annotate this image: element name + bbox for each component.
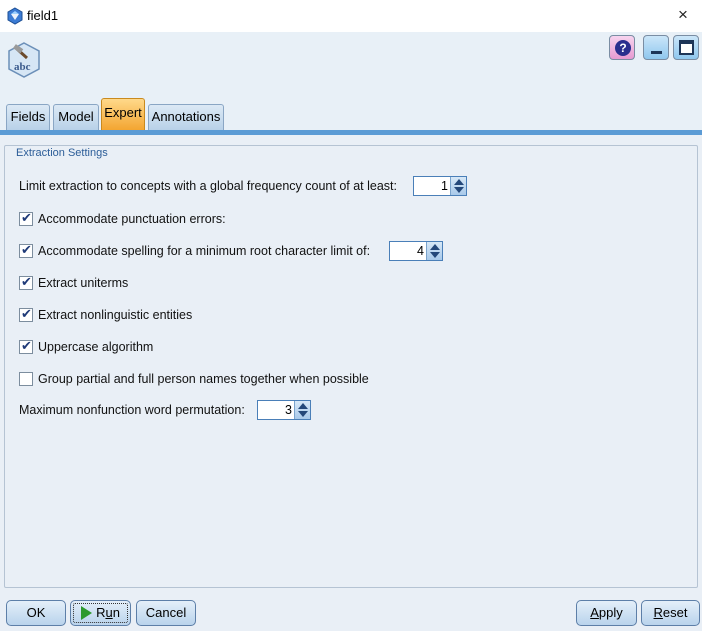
minimize-icon [651,51,662,54]
run-icon [81,605,93,620]
punctuation-checkbox[interactable]: ✔ [19,210,33,226]
permutation-spinner[interactable]: 3 [257,400,311,420]
help-icon: ? [615,40,631,56]
apply-button[interactable]: Apply [576,600,637,626]
extraction-settings-legend: Extraction Settings [13,147,111,159]
nonlinguistic-label: Extract nonlinguistic entities [38,308,193,322]
minimize-button[interactable] [643,35,669,60]
dialog-footer: OK Run Cancel Apply Reset [0,590,702,631]
nonlinguistic-checkbox[interactable]: ✔ [19,306,33,322]
maximize-icon [679,40,694,55]
frequency-label: Limit extraction to concepts with a glob… [19,179,397,193]
permutation-label: Maximum nonfunction word permutation: [19,403,245,417]
frequency-spinner-arrows[interactable] [450,177,466,195]
text-mining-node-icon: abc [8,42,40,78]
spinner-down-icon[interactable] [298,411,308,417]
maximize-button[interactable] [673,35,699,60]
tab-model[interactable]: Model [53,104,99,130]
spinner-down-icon[interactable] [454,187,464,193]
svg-text:abc: abc [14,61,31,73]
spinner-down-icon[interactable] [430,252,440,258]
ok-button[interactable]: OK [6,600,66,626]
tab-annotations[interactable]: Annotations [148,104,224,130]
group-names-label: Group partial and full person names toge… [38,372,369,386]
tab-expert[interactable]: Expert [101,98,145,130]
group-names-checkbox[interactable] [19,372,33,386]
uniterms-checkbox[interactable]: ✔ [19,274,33,290]
spelling-checkbox[interactable]: ✔ [19,242,33,258]
cancel-button[interactable]: Cancel [136,600,196,626]
checkmark-icon: ✔ [21,306,32,321]
app-logo-icon [7,7,23,25]
spelling-value: 4 [417,244,424,258]
spinner-up-icon[interactable] [454,179,464,185]
permutation-spinner-arrows[interactable] [294,401,310,419]
help-button[interactable]: ? [609,35,635,60]
tab-fields[interactable]: Fields [6,104,50,130]
run-label: Run [96,605,120,620]
frequency-spinner[interactable]: 1 [413,176,467,196]
permutation-value: 3 [285,403,292,417]
checkmark-icon: ✔ [21,274,32,289]
spinner-up-icon[interactable] [298,403,308,409]
frequency-value: 1 [441,179,448,193]
spelling-spinner-arrows[interactable] [426,242,442,260]
checkmark-icon: ✔ [21,242,32,257]
close-icon[interactable]: × [672,4,694,26]
checkmark-icon: ✔ [21,210,32,225]
window-title: field1 [27,8,59,23]
spelling-spinner[interactable]: 4 [389,241,443,261]
uniterms-label: Extract uniterms [38,276,129,290]
spelling-label: Accommodate spelling for a minimum root … [38,244,371,258]
reset-button[interactable]: Reset [641,600,700,626]
window-titlebar: field1 × [0,0,702,32]
run-button[interactable]: Run [70,600,131,626]
uppercase-checkbox[interactable]: ✔ [19,338,33,354]
uppercase-label: Uppercase algorithm [38,340,154,354]
spinner-up-icon[interactable] [430,244,440,250]
punctuation-label: Accommodate punctuation errors: [38,212,226,226]
expert-panel: Extraction Settings Limit extraction to … [0,135,702,590]
checkmark-icon: ✔ [21,338,32,353]
